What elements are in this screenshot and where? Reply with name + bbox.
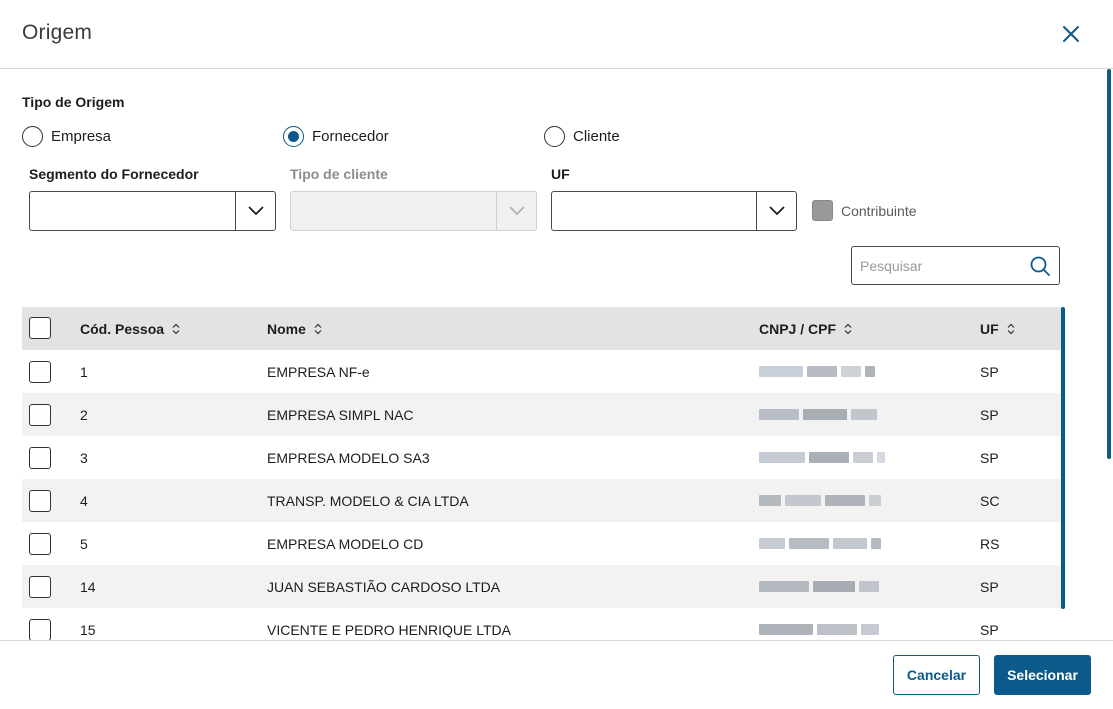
cell-name: EMPRESA SIMPL NAC: [267, 406, 414, 423]
client-type-select-arrow: [496, 192, 536, 230]
table-row[interactable]: 5 EMPRESA MODELO CD RS: [22, 522, 1061, 565]
select-all-checkbox[interactable]: [29, 317, 51, 339]
segment-label: Segmento do Fornecedor: [29, 166, 199, 182]
table-header: Cód. Pessoa Nome CNPJ / CPF UF: [22, 307, 1061, 350]
cell-uf: RS: [980, 535, 1000, 552]
cell-code: 14: [80, 578, 96, 595]
row-checkbox[interactable]: [29, 533, 51, 555]
row-checkbox[interactable]: [29, 490, 51, 512]
cell-name: VICENTE E PEDRO HENRIQUE LTDA: [267, 621, 512, 638]
cell-cnpj-redacted: [759, 436, 885, 479]
column-header-label: UF: [980, 320, 999, 337]
cell-cnpj-redacted: [759, 522, 881, 565]
table-row[interactable]: 1 EMPRESA NF-e SP: [22, 350, 1061, 393]
radio-label: Fornecedor: [312, 128, 389, 145]
radio-label: Empresa: [51, 128, 112, 145]
cell-name: TRANSP. MODELO & CIA LTDA: [267, 492, 469, 509]
cell-uf: SP: [980, 406, 999, 423]
cancel-button[interactable]: Cancelar: [893, 655, 980, 695]
dialog-scrollbar[interactable]: [1107, 69, 1111, 459]
uf-select-arrow[interactable]: [756, 192, 796, 230]
row-checkbox[interactable]: [29, 447, 51, 469]
search-box[interactable]: [851, 246, 1060, 285]
cell-uf: SP: [980, 363, 999, 380]
cell-uf: SC: [980, 492, 1000, 509]
chevron-down-icon: [247, 206, 264, 216]
search-input[interactable]: [860, 247, 1028, 284]
cell-uf: SP: [980, 578, 999, 595]
cell-cnpj-redacted: [759, 393, 877, 436]
search-icon[interactable]: [1029, 255, 1051, 277]
cell-name: EMPRESA MODELO SA3: [267, 449, 430, 466]
table-scrollbar[interactable]: [1061, 307, 1065, 609]
cell-cnpj-redacted: [759, 565, 879, 608]
radio-circle-checked[interactable]: [283, 126, 304, 147]
sort-icon: [844, 323, 852, 334]
dialog-header: Origem: [0, 0, 1113, 69]
table-row[interactable]: 14 JUAN SEBASTIÃO CARDOSO LTDA SP: [22, 565, 1061, 608]
cell-code: 5: [80, 535, 88, 552]
segment-select[interactable]: [29, 191, 276, 231]
contributor-label: Contribuinte: [841, 202, 917, 219]
sort-icon: [172, 323, 180, 334]
column-header-name[interactable]: Nome: [267, 307, 322, 350]
cell-cnpj-redacted: [759, 479, 881, 522]
results-table: Cód. Pessoa Nome CNPJ / CPF UF 1 EMPRESA…: [22, 307, 1061, 640]
cell-uf: SP: [980, 449, 999, 466]
row-checkbox[interactable]: [29, 576, 51, 598]
column-header-label: CNPJ / CPF: [759, 320, 837, 337]
column-header-label: Nome: [267, 320, 306, 337]
client-type-label: Tipo de cliente: [290, 166, 388, 182]
cell-code: 3: [80, 449, 88, 466]
cell-cnpj-redacted: [759, 350, 875, 393]
close-button[interactable]: [1058, 21, 1084, 47]
sort-icon: [1007, 323, 1015, 334]
cell-cnpj-redacted: [759, 608, 879, 640]
cell-name: EMPRESA MODELO CD: [267, 535, 424, 552]
column-header-label: Cód. Pessoa: [80, 320, 165, 337]
cell-code: 15: [80, 621, 96, 638]
table-row[interactable]: 2 EMPRESA SIMPL NAC SP: [22, 393, 1061, 436]
row-checkbox[interactable]: [29, 404, 51, 426]
table-row[interactable]: 3 EMPRESA MODELO SA3 SP: [22, 436, 1061, 479]
select-button[interactable]: Selecionar: [994, 655, 1091, 695]
segment-select-arrow[interactable]: [235, 192, 275, 230]
radio-circle[interactable]: [544, 126, 565, 147]
client-type-select: [290, 191, 537, 231]
radio-fornecedor[interactable]: Fornecedor: [283, 126, 389, 147]
dialog-body: Tipo de Origem Empresa Fornecedor Client…: [0, 69, 1113, 640]
column-header-uf[interactable]: UF: [980, 307, 1015, 350]
column-header-code[interactable]: Cód. Pessoa: [80, 307, 180, 350]
row-checkbox[interactable]: [29, 619, 51, 640]
radio-cliente[interactable]: Cliente: [544, 126, 620, 147]
chevron-down-icon: [508, 206, 525, 216]
cell-uf: SP: [980, 621, 999, 638]
radio-label: Cliente: [573, 128, 620, 145]
radio-dot: [288, 131, 299, 142]
row-checkbox[interactable]: [29, 361, 51, 383]
table-row[interactable]: 4 TRANSP. MODELO & CIA LTDA SC: [22, 479, 1061, 522]
dialog-footer: Cancelar Selecionar: [0, 640, 1113, 709]
uf-select[interactable]: [551, 191, 797, 231]
cell-code: 4: [80, 492, 88, 509]
origin-type-label: Tipo de Origem: [22, 94, 125, 110]
close-icon: [1063, 26, 1079, 42]
cell-name: JUAN SEBASTIÃO CARDOSO LTDA: [267, 578, 501, 595]
column-header-cnpj[interactable]: CNPJ / CPF: [759, 307, 852, 350]
radio-empresa[interactable]: Empresa: [22, 126, 111, 147]
sort-icon: [314, 323, 322, 334]
cell-name: EMPRESA NF-e: [267, 363, 370, 380]
contributor-checkbox[interactable]: Contribuinte: [812, 200, 917, 221]
cell-code: 1: [80, 363, 88, 380]
contributor-checkbox-box[interactable]: [812, 200, 833, 221]
chevron-down-icon: [768, 206, 785, 216]
dialog-title: Origem: [22, 21, 93, 44]
table-row[interactable]: 15 VICENTE E PEDRO HENRIQUE LTDA SP: [22, 608, 1061, 640]
radio-circle[interactable]: [22, 126, 43, 147]
uf-label: UF: [551, 166, 570, 182]
cell-code: 2: [80, 406, 88, 423]
